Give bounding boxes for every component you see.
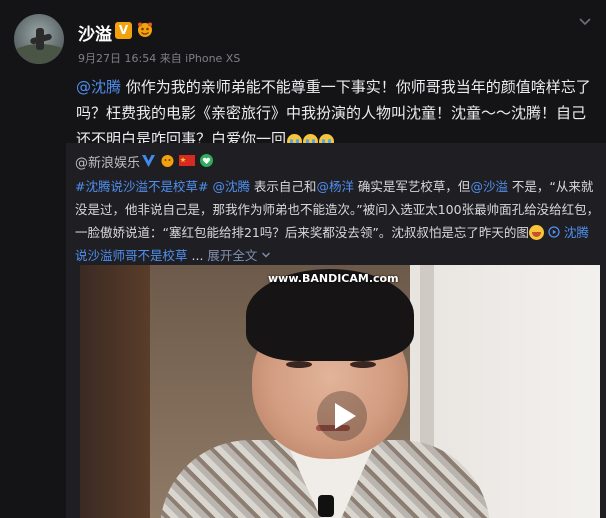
mention-link[interactable]: @沈腾 xyxy=(212,179,250,194)
repost-badges xyxy=(141,153,218,168)
heart-badge-icon xyxy=(199,153,214,172)
video-person-eye xyxy=(286,361,312,368)
video-background-left xyxy=(80,265,150,518)
chevron-down-icon[interactable] xyxy=(261,248,271,263)
expand-full-text-link[interactable]: 展开全文 xyxy=(207,248,257,263)
video-link-icon[interactable] xyxy=(548,225,564,240)
video-watermark: www.BANDICAM.com xyxy=(268,272,399,285)
hashtag-link[interactable]: #沈腾说沙溢不是校草# xyxy=(75,179,208,194)
ellipsis: ... xyxy=(191,248,204,263)
vip-verified-icon: V xyxy=(115,22,132,39)
weibo-post: 沙溢 V 9月27日 16:54 来自 iPhone XS @沈腾 你作为我的亲… xyxy=(0,0,606,518)
video-player[interactable]: www.BANDICAM.com xyxy=(80,265,600,518)
medal-icon xyxy=(136,22,154,39)
repost-text-part: 表示自己和 xyxy=(249,179,317,194)
repost-author[interactable]: @新浪娱乐 xyxy=(75,152,140,171)
video-person-eye xyxy=(350,361,376,368)
mention-link[interactable]: @沈腾 xyxy=(76,78,121,96)
play-icon[interactable] xyxy=(316,390,368,442)
username[interactable]: 沙溢 xyxy=(78,20,112,45)
medal-icon xyxy=(160,153,175,172)
mention-link[interactable]: @沙溢 xyxy=(470,179,508,194)
blue-verified-icon xyxy=(141,153,156,172)
repost-card[interactable]: @新浪娱乐 #沈腾说沙溢不是校草# @沈腾 表示自己和@杨洋 确实是军艺校草，但… xyxy=(66,143,606,518)
china-flag-icon xyxy=(179,153,195,172)
repost-text-part: 确实是军艺校草，但 xyxy=(353,179,471,194)
repost-text: #沈腾说沙溢不是校草# @沈腾 表示自己和@杨洋 确实是军艺校草，但@沙溢 不是… xyxy=(75,175,601,267)
mention-link[interactable]: @杨洋 xyxy=(316,179,354,194)
avatar[interactable] xyxy=(14,14,64,64)
post-meta: 9月27日 16:54 来自 iPhone XS xyxy=(78,52,241,65)
laughing-emoji-icon xyxy=(528,225,544,240)
more-options-icon[interactable] xyxy=(578,15,592,29)
microphone-icon xyxy=(318,495,334,517)
